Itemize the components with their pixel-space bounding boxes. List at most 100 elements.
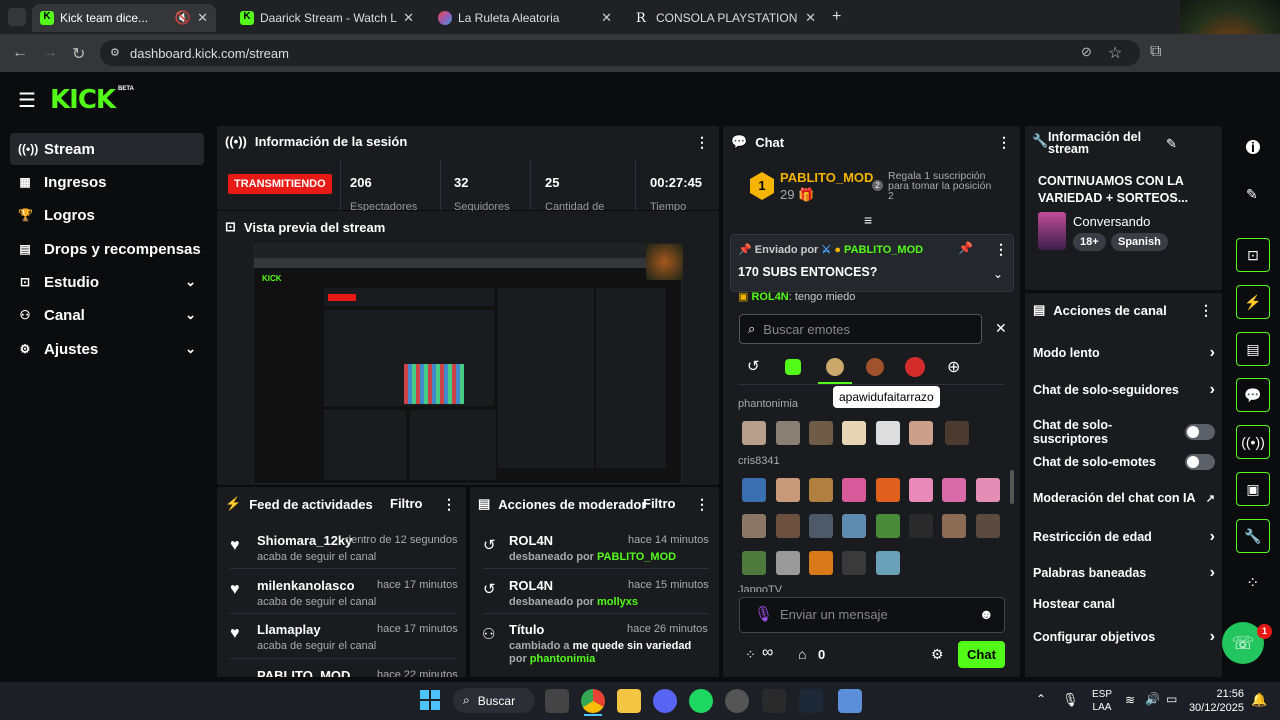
- wrench-icon[interactable]: 🔧: [1236, 519, 1270, 553]
- host-channel-item[interactable]: Hostear canal: [1033, 597, 1215, 611]
- obs-icon[interactable]: [725, 689, 749, 713]
- followers-only-item[interactable]: Chat de solo-seguidores ›: [1033, 381, 1215, 399]
- app-icon[interactable]: [762, 689, 786, 713]
- broadcast-icon[interactable]: ((•)): [1236, 425, 1270, 459]
- discord-icon[interactable]: [653, 689, 677, 713]
- widgets-icon[interactable]: ⁘: [1246, 573, 1259, 593]
- globe-icon[interactable]: ⊕: [947, 357, 960, 377]
- task-view-icon[interactable]: [545, 689, 569, 713]
- more-options-icon[interactable]: ⋮: [442, 496, 456, 513]
- more-options-icon[interactable]: ⋮: [994, 241, 1008, 258]
- emote[interactable]: [942, 514, 966, 538]
- lightning-icon[interactable]: ⚡: [1236, 285, 1270, 319]
- more-options-icon[interactable]: ⋮: [997, 134, 1011, 151]
- emote[interactable]: [809, 551, 833, 575]
- emote[interactable]: [742, 421, 766, 445]
- activity-user[interactable]: PABLITO_MOD: [257, 668, 350, 677]
- emote[interactable]: [876, 551, 900, 575]
- store-icon[interactable]: ⌂: [798, 646, 806, 662]
- sidebar-item-drops[interactable]: ▤ Drops y recompensas: [10, 233, 204, 265]
- chevron-up-icon[interactable]: ⌃: [1036, 692, 1046, 706]
- url-field[interactable]: dashboard.kick.com/stream: [100, 40, 1140, 66]
- volume-icon[interactable]: 🔊: [1145, 692, 1160, 706]
- eye-off-icon[interactable]: ⊘: [1081, 44, 1092, 60]
- activity-user[interactable]: Llamaplay: [257, 622, 321, 637]
- channel-emotes-tab-3-icon[interactable]: [905, 357, 925, 377]
- sidebar-item-logros[interactable]: 🏆 Logros: [10, 199, 204, 231]
- tag-pill[interactable]: 18+: [1073, 233, 1106, 251]
- emote-search-input[interactable]: ⌕ Buscar emotes: [739, 314, 982, 344]
- language-indicator[interactable]: ESP LAA: [1092, 688, 1112, 714]
- emote[interactable]: [876, 514, 900, 538]
- activity-user[interactable]: Shiomara_12ky: [257, 533, 352, 548]
- chrome-icon[interactable]: [581, 689, 605, 713]
- top-gifter-name[interactable]: PABLITO_MOD: [780, 170, 873, 185]
- hamburger-menu-icon[interactable]: ☰: [18, 88, 36, 113]
- close-icon[interactable]: ✕: [995, 320, 1007, 337]
- activity-filter-button[interactable]: Filtro: [390, 496, 423, 511]
- close-tab-icon[interactable]: ✕: [197, 10, 208, 26]
- emote[interactable]: [742, 478, 766, 502]
- emote[interactable]: [945, 421, 969, 445]
- microphone-icon[interactable]: 🎙: [754, 605, 773, 623]
- emote[interactable]: [809, 514, 833, 538]
- emote[interactable]: [842, 478, 866, 502]
- emote[interactable]: [976, 478, 1000, 502]
- site-info-icon[interactable]: ⚙: [110, 46, 120, 59]
- send-chat-button[interactable]: Chat: [958, 641, 1005, 668]
- mod-actions-icon[interactable]: ▣: [1236, 472, 1270, 506]
- windows-start-icon[interactable]: [420, 690, 440, 710]
- emote[interactable]: [842, 421, 866, 445]
- forward-icon[interactable]: →: [42, 44, 58, 62]
- preview-toggle-icon[interactable]: ⊡: [1236, 238, 1270, 272]
- steam-icon[interactable]: [799, 689, 823, 713]
- emotes-only-toggle[interactable]: [1185, 454, 1215, 470]
- emote[interactable]: [776, 478, 800, 502]
- sidebar-item-ajustes[interactable]: ⚙ Ajustes ⌄: [10, 333, 204, 365]
- mod-action-user[interactable]: ROL4N: [509, 578, 553, 593]
- close-tab-icon[interactable]: ✕: [403, 10, 414, 26]
- emote[interactable]: [842, 514, 866, 538]
- emote[interactable]: [809, 421, 833, 445]
- channel-emotes-tab-icon[interactable]: [826, 358, 844, 376]
- gift-prompt[interactable]: Regala 1 suscripción para tomar la posic…: [888, 171, 998, 202]
- emoji-icon[interactable]: ☻: [979, 606, 994, 622]
- file-explorer-icon[interactable]: [617, 689, 641, 713]
- sidebar-item-canal[interactable]: ⚇ Canal ⌄: [10, 299, 204, 331]
- mute-icon[interactable]: 🔇: [175, 10, 191, 26]
- chevron-down-icon[interactable]: ⌄: [993, 267, 1003, 281]
- emote[interactable]: [909, 478, 933, 502]
- stream-preview-video[interactable]: KICK: [253, 243, 683, 484]
- subscribers-only-toggle[interactable]: [1185, 424, 1215, 440]
- emote[interactable]: [776, 514, 800, 538]
- goals-item[interactable]: Configurar objetivos ›: [1033, 628, 1215, 646]
- more-options-icon[interactable]: ⋮: [1199, 302, 1213, 319]
- ai-moderation-item[interactable]: Moderación del chat con IA ↗: [1033, 491, 1215, 505]
- extensions-icon[interactable]: ⧉: [1150, 43, 1161, 61]
- points-icon[interactable]: ⁘: [745, 647, 756, 663]
- category-name[interactable]: Conversando: [1073, 214, 1150, 229]
- banned-words-item[interactable]: Palabras baneadas ›: [1033, 564, 1215, 582]
- reload-icon[interactable]: ↻: [72, 44, 85, 64]
- emote[interactable]: [776, 551, 800, 575]
- more-options-icon[interactable]: ⋮: [695, 134, 709, 151]
- sort-icon[interactable]: ≡: [864, 212, 872, 228]
- mod-filter-button[interactable]: Filtro: [643, 496, 676, 511]
- browser-tab-1[interactable]: K Kick team dice... 🔇 ✕: [32, 4, 216, 32]
- sidebar-item-stream[interactable]: ((•)) Stream: [10, 133, 204, 165]
- wifi-icon[interactable]: ≋: [1125, 693, 1135, 707]
- close-tab-icon[interactable]: ✕: [805, 10, 816, 26]
- tab-search-icon[interactable]: [8, 8, 26, 26]
- sidebar-item-ingresos[interactable]: ▦ Ingresos: [10, 166, 204, 198]
- category-thumbnail[interactable]: [1038, 212, 1066, 250]
- browser-tab-2[interactable]: K Daarick Stream - Watch Live on ✕: [232, 4, 422, 32]
- emote[interactable]: [876, 478, 900, 502]
- info-icon[interactable]: i: [1246, 140, 1260, 154]
- chat-bubble-icon[interactable]: 💬: [1236, 378, 1270, 412]
- emote[interactable]: [909, 421, 933, 445]
- document-icon[interactable]: ▤: [1236, 332, 1270, 366]
- age-restriction-item[interactable]: Restricción de edad ›: [1033, 528, 1215, 546]
- close-tab-icon[interactable]: ✕: [601, 10, 612, 26]
- emote[interactable]: [742, 551, 766, 575]
- sidebar-item-estudio[interactable]: ⊡ Estudio ⌄: [10, 266, 204, 298]
